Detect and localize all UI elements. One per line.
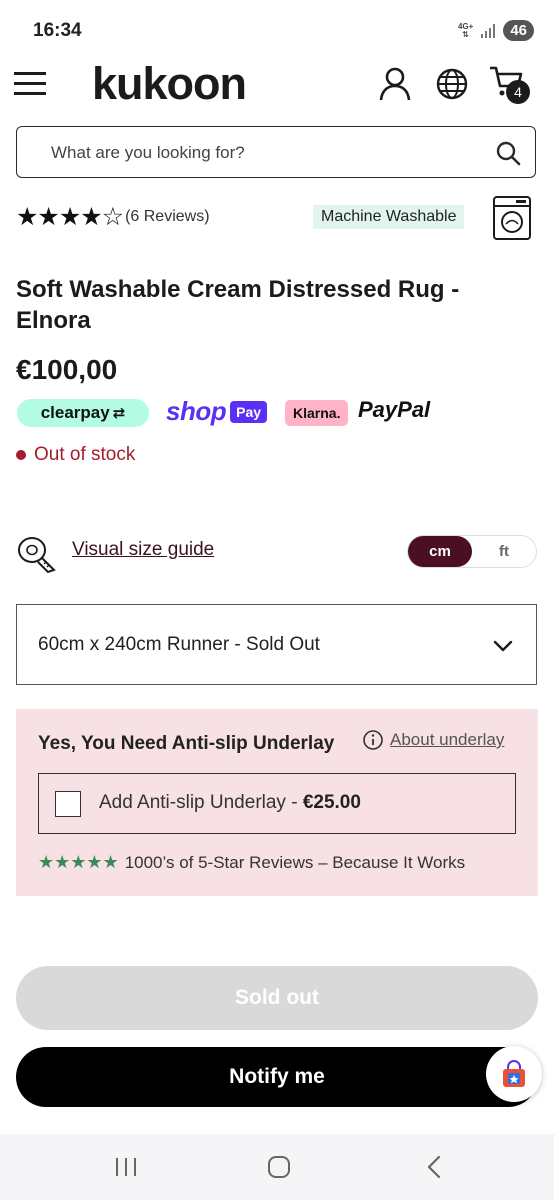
paypal-logo: PayPal: [358, 397, 431, 422]
clearpay-logo: clearpay ⇄: [17, 399, 149, 427]
machine-washable-badge: Machine Washable: [313, 205, 465, 229]
language-button[interactable]: [434, 66, 470, 102]
stock-text: Out of stock: [34, 444, 136, 465]
tape-measure-icon: [16, 532, 58, 574]
unit-cm-button[interactable]: cm: [408, 536, 472, 567]
recent-apps-icon[interactable]: [113, 1156, 139, 1178]
product-price: €100,00: [16, 354, 118, 385]
network-indicator: 4G+ ⇅: [458, 22, 473, 39]
clearpay-arrows-icon: ⇄: [112, 405, 126, 422]
account-button[interactable]: [377, 66, 413, 102]
data-arrows-icon: ⇅: [462, 29, 469, 39]
review-count: (6 Reviews): [125, 208, 210, 225]
product-title: Soft Washable Cream Distressed Rug - Eln…: [16, 276, 460, 334]
notify-me-button[interactable]: Notify me: [16, 1047, 538, 1107]
shopping-bag-icon: [503, 1060, 525, 1087]
info-icon[interactable]: [362, 729, 384, 751]
kukoon-logo[interactable]: kukoon: [92, 58, 247, 110]
home-icon[interactable]: [267, 1155, 291, 1179]
underlay-upsell: Yes, You Need Anti-slip Underlay About u…: [16, 709, 538, 896]
green-stars: ★★★★★: [38, 852, 119, 872]
signal-icon: [481, 23, 496, 38]
globe-icon: [436, 68, 468, 100]
product-rating[interactable]: ★★★★☆ (6 Reviews): [16, 202, 210, 232]
unit-ft-button[interactable]: ft: [472, 536, 536, 567]
underlay-title: Yes, You Need Anti-slip Underlay: [38, 733, 335, 754]
klarna-logo: Klarna.: [285, 400, 349, 426]
search-icon[interactable]: [495, 140, 521, 166]
underlay-reviews: ★★★★★ 1000’s of 5-Star Reviews – Because…: [38, 852, 465, 873]
shop-pay-logo: shop Pay: [166, 396, 268, 427]
shop-app-button[interactable]: [486, 1046, 542, 1102]
underlay-option-text: Add Anti-slip Underlay -: [99, 792, 303, 813]
search-bar: [16, 126, 536, 178]
size-select-value: 60cm x 240cm Runner - Sold Out: [38, 634, 320, 655]
chevron-down-icon: [493, 640, 513, 652]
stock-dot-icon: [16, 450, 26, 460]
hamburger-icon: [14, 72, 46, 95]
system-nav-bar: [0, 1134, 554, 1200]
cart-count-badge: 4: [506, 80, 530, 104]
underlay-checkbox[interactable]: [55, 791, 81, 817]
menu-button[interactable]: [14, 68, 46, 100]
status-time: 16:34: [33, 20, 82, 41]
about-underlay-link[interactable]: About underlay: [390, 730, 504, 750]
stock-status: Out of stock: [16, 444, 135, 466]
battery-indicator: 46: [503, 20, 534, 41]
status-icons: 4G+ ⇅ 46: [458, 20, 534, 41]
shop-pay-word: shop: [166, 396, 227, 426]
rating-stars: ★★★★☆: [16, 203, 124, 231]
shop-pay-pill: Pay: [230, 400, 268, 423]
user-icon: [379, 67, 411, 101]
search-input[interactable]: [49, 139, 473, 167]
underlay-reviews-text: 1000’s of 5-Star Reviews – Because It Wo…: [124, 852, 466, 872]
underlay-option-price: €25.00: [302, 792, 361, 813]
size-select[interactable]: 60cm x 240cm Runner - Sold Out: [16, 604, 537, 685]
visual-size-guide-link[interactable]: Visual size guide: [72, 539, 214, 561]
back-icon[interactable]: [424, 1154, 444, 1180]
underlay-option[interactable]: Add Anti-slip Underlay - €25.00: [38, 773, 516, 834]
clearpay-label: clearpay: [40, 403, 110, 422]
sold-out-button[interactable]: Sold out: [16, 966, 538, 1030]
cart-button[interactable]: 4: [488, 64, 530, 104]
unit-toggle: cm ft: [407, 535, 537, 568]
underlay-option-label: Add Anti-slip Underlay - €25.00: [99, 792, 361, 814]
washing-machine-icon: [492, 195, 532, 241]
